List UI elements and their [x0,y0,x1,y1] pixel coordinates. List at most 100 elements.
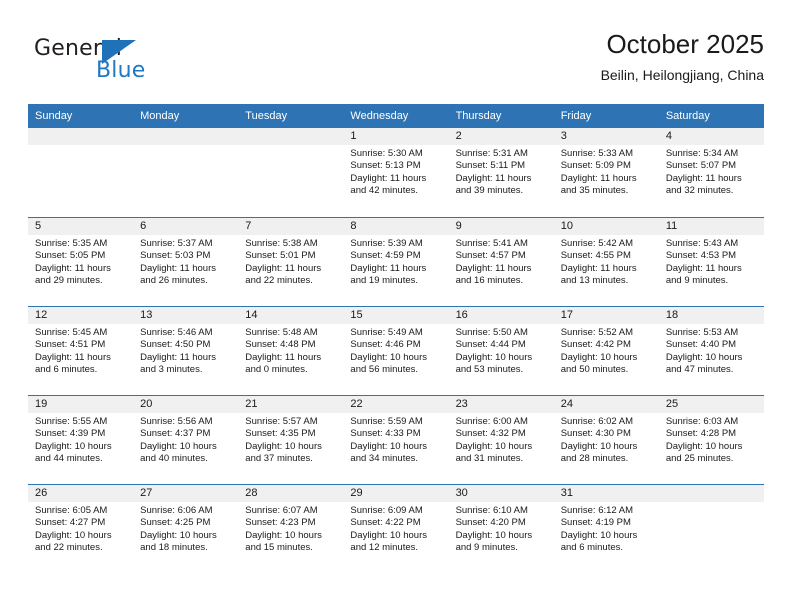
day-detail-line: Sunrise: 5:38 AM [245,238,318,249]
day-cell-19[interactable]: 19 Sunrise: 5:55 AM Sunset: 4:39 PM Dayligh… [28,396,134,484]
day-number: 4 [658,128,764,145]
day-details: Sunrise: 6:05 AM Sunset: 4:27 PM Daylight:… [28,502,133,555]
day-cell-1[interactable]: 1 Sunrise: 5:30 AM Sunset: 5:13 PM Daylight… [343,128,449,217]
day-cell-empty [658,485,764,573]
day-cell-26[interactable]: 26 Sunrise: 6:05 AM Sunset: 4:27 PM Dayligh… [28,485,134,573]
day-detail-line: and 53 minutes. [455,364,524,376]
day-detail-line: Sunset: 4:46 PM [350,339,421,351]
day-cell-22[interactable]: 22 Sunrise: 5:59 AM Sunset: 4:33 PM Dayligh… [343,396,449,484]
day-detail-line: Sunset: 5:03 PM [140,250,211,262]
day-number: 8 [343,218,449,235]
day-cell-9[interactable]: 9 Sunrise: 5:41 AM Sunset: 4:57 PM Daylight… [448,218,554,306]
day-detail-line: Daylight: 11 hours [560,262,637,274]
day-detail-line: Daylight: 10 hours [455,440,533,452]
day-detail-line: Sunset: 4:48 PM [245,339,316,351]
day-cell-empty [238,128,344,217]
day-detail-line: Daylight: 10 hours [350,351,427,363]
general-blue-logo[interactable]: General Blue [34,36,214,92]
day-cell-30[interactable]: 30 Sunrise: 6:10 AM Sunset: 4:20 PM Dayligh… [448,485,554,573]
day-detail-line: Sunrise: 5:46 AM [140,327,213,338]
day-cell-12[interactable]: 12 Sunrise: 5:45 AM Sunset: 4:51 PM Dayligh… [28,307,134,395]
day-cell-21[interactable]: 21 Sunrise: 5:57 AM Sunset: 4:35 PM Dayligh… [238,396,344,484]
calendar-week-row: 12 Sunrise: 5:45 AM Sunset: 4:51 PM Dayligh… [28,306,764,395]
day-cell-15[interactable]: 15 Sunrise: 5:49 AM Sunset: 4:46 PM Dayligh… [343,307,449,395]
day-detail-line: Sunrise: 5:35 AM [35,238,108,249]
day-number: 18 [658,307,764,324]
calendar-week-row: 19 Sunrise: 5:55 AM Sunset: 4:39 PM Dayligh… [28,395,764,484]
day-number: 23 [448,396,554,413]
weekday-header-tuesday: Tuesday [245,110,288,122]
day-cell-11[interactable]: 11 Sunrise: 5:43 AM Sunset: 4:53 PM Dayligh… [658,218,764,306]
day-details: Sunrise: 5:33 AM Sunset: 5:09 PM Daylight:… [554,145,659,198]
day-cell-13[interactable]: 13 Sunrise: 5:46 AM Sunset: 4:50 PM Dayligh… [133,307,239,395]
day-cell-6[interactable]: 6 Sunrise: 5:37 AM Sunset: 5:03 PM Daylight… [133,218,239,306]
day-cell-31[interactable]: 31 Sunrise: 6:12 AM Sunset: 4:19 PM Dayligh… [553,485,659,573]
weekday-header-friday: Friday [560,110,592,122]
day-cell-24[interactable]: 24 Sunrise: 6:02 AM Sunset: 4:30 PM Dayligh… [553,396,659,484]
day-number: 12 [28,307,134,324]
day-cell-16[interactable]: 16 Sunrise: 5:50 AM Sunset: 4:44 PM Dayligh… [448,307,554,395]
day-cell-17[interactable]: 17 Sunrise: 5:52 AM Sunset: 4:42 PM Dayligh… [553,307,659,395]
day-details: Sunrise: 5:37 AM Sunset: 5:03 PM Daylight:… [133,235,238,288]
day-detail-line: Sunrise: 5:57 AM [245,416,318,427]
day-detail-line: Daylight: 11 hours [245,351,322,363]
day-detail-line: and 40 minutes. [140,453,208,465]
day-detail-line: and 9 minutes. [665,275,729,287]
day-cell-5[interactable]: 5 Sunrise: 5:35 AM Sunset: 5:05 PM Daylight… [28,218,134,306]
day-detail-line: and 12 minutes. [350,542,419,554]
day-detail-line: Sunset: 4:19 PM [560,517,631,529]
day-detail-line: Daylight: 10 hours [350,529,427,541]
day-number: 2 [448,128,554,145]
day-detail-line: Sunset: 5:09 PM [560,160,631,172]
day-number: 22 [343,396,449,413]
day-detail-line: Sunrise: 6:00 AM [455,416,528,427]
day-detail-line: Sunset: 5:07 PM [665,160,737,172]
day-detail-line: Daylight: 11 hours [455,172,532,184]
day-detail-line: and 22 minutes. [35,542,103,554]
day-cell-18[interactable]: 18 Sunrise: 5:53 AM Sunset: 4:40 PM Dayligh… [658,307,764,395]
day-details: Sunrise: 6:10 AM Sunset: 4:20 PM Daylight:… [449,502,554,555]
day-number: 13 [133,307,239,324]
day-detail-line: and 16 minutes. [455,275,524,287]
day-detail-line: Sunrise: 5:56 AM [140,416,213,427]
day-detail-line: Daylight: 10 hours [245,529,322,541]
day-detail-line: Sunset: 4:53 PM [665,250,737,262]
day-cell-23[interactable]: 23 Sunrise: 6:00 AM Sunset: 4:32 PM Dayligh… [448,396,554,484]
day-details: Sunrise: 5:43 AM Sunset: 4:53 PM Daylight:… [659,235,764,288]
day-details: Sunrise: 5:31 AM Sunset: 5:11 PM Daylight:… [449,145,554,198]
weekday-header-sunday: Sunday [35,110,73,122]
day-number: 27 [133,485,239,502]
day-detail-line: Daylight: 11 hours [245,262,322,274]
day-detail-line: Sunrise: 6:12 AM [560,505,634,516]
day-detail-line: Sunrise: 6:07 AM [245,505,318,516]
day-cell-14[interactable]: 14 Sunrise: 5:48 AM Sunset: 4:48 PM Dayligh… [238,307,344,395]
day-cell-8[interactable]: 8 Sunrise: 5:39 AM Sunset: 4:59 PM Daylight… [343,218,449,306]
day-detail-line: Sunset: 4:28 PM [665,428,737,440]
day-detail-line: Sunrise: 5:37 AM [140,238,213,249]
day-cell-3[interactable]: 3 Sunrise: 5:33 AM Sunset: 5:09 PM Daylight… [553,128,659,217]
day-cell-25[interactable]: 25 Sunrise: 6:03 AM Sunset: 4:28 PM Dayligh… [658,396,764,484]
day-number: 5 [28,218,134,235]
day-details [238,145,343,148]
day-detail-line: and 9 minutes. [455,542,518,554]
day-cell-28[interactable]: 28 Sunrise: 6:07 AM Sunset: 4:23 PM Dayligh… [238,485,344,573]
day-detail-line: and 37 minutes. [245,453,313,465]
day-cell-10[interactable]: 10 Sunrise: 5:42 AM Sunset: 4:55 PM Dayligh… [553,218,659,306]
day-detail-line: Sunrise: 5:59 AM [350,416,423,427]
day-details: Sunrise: 5:45 AM Sunset: 4:51 PM Daylight:… [28,324,133,377]
day-detail-line: Daylight: 11 hours [560,172,637,184]
day-cell-7[interactable]: 7 Sunrise: 5:38 AM Sunset: 5:01 PM Daylight… [238,218,344,306]
day-number [28,128,134,145]
day-detail-line: Sunrise: 5:39 AM [350,238,423,249]
day-cell-4[interactable]: 4 Sunrise: 5:34 AM Sunset: 5:07 PM Daylight… [658,128,764,217]
day-detail-line: Daylight: 10 hours [455,351,533,363]
day-cell-29[interactable]: 29 Sunrise: 6:09 AM Sunset: 4:22 PM Dayligh… [343,485,449,573]
day-cell-20[interactable]: 20 Sunrise: 5:56 AM Sunset: 4:37 PM Dayligh… [133,396,239,484]
day-cell-2[interactable]: 2 Sunrise: 5:31 AM Sunset: 5:11 PM Daylight… [448,128,554,217]
day-detail-line: Daylight: 11 hours [35,351,111,363]
day-detail-line: Sunset: 4:25 PM [140,517,211,529]
day-details: Sunrise: 6:12 AM Sunset: 4:19 PM Daylight:… [554,502,659,555]
day-detail-line: and 32 minutes. [665,185,734,197]
day-cell-27[interactable]: 27 Sunrise: 6:06 AM Sunset: 4:25 PM Dayligh… [133,485,239,573]
page-title: October 2025 [606,29,764,59]
